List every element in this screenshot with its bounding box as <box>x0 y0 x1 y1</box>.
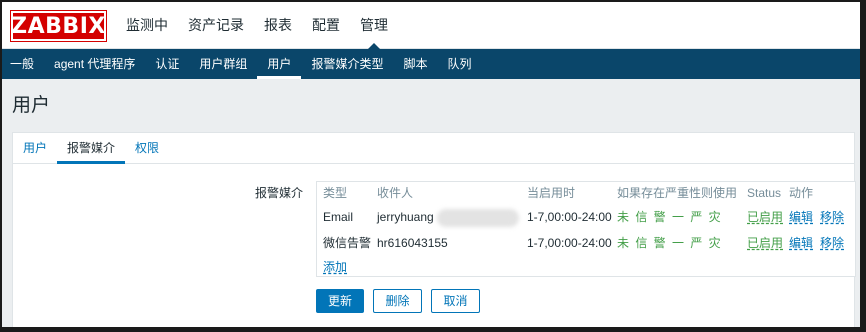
media-table-header: 类型 收件人 当启用时 如果存在严重性则使用 Status 动作 <box>317 182 855 204</box>
add-media-link[interactable]: 添加 <box>323 258 347 276</box>
subnav-queue[interactable]: 队列 <box>437 49 481 79</box>
sub-nav: 一般 agent 代理程序 认证 用户群组 用户 报警媒介类型 脚本 队列 <box>2 49 860 79</box>
when-active-cell: 1-7,00:00-24:00 <box>527 236 612 250</box>
main-nav-administration[interactable]: 管理 <box>350 2 398 50</box>
column-header-action: 动作 <box>789 186 814 200</box>
zabbix-logo[interactable]: ZABBIX <box>10 10 107 42</box>
main-nav-configuration[interactable]: 配置 <box>302 2 350 49</box>
update-button[interactable]: 更新 <box>316 289 364 313</box>
subnav-general[interactable]: 一般 <box>2 49 44 79</box>
main-nav-inventory[interactable]: 资产记录 <box>178 2 254 49</box>
user-form-panel: 用户 报警媒介 权限 报警媒介 类型 收件人 当启用时 如果存在严重性则使用 S… <box>12 132 856 327</box>
cancel-button[interactable]: 取消 <box>431 289 480 313</box>
edit-media-link[interactable]: 编辑 <box>789 206 813 228</box>
status-enabled-link[interactable]: 已启用 <box>747 206 783 228</box>
when-active-cell: 1-7,00:00-24:00 <box>527 210 612 224</box>
remove-media-link[interactable]: 移除 <box>820 206 844 228</box>
status-enabled-link[interactable]: 已启用 <box>747 232 783 254</box>
media-type-cell: 微信告警 <box>323 236 372 250</box>
media-table: 类型 收件人 当启用时 如果存在严重性则使用 Status 动作 Email j… <box>316 181 856 277</box>
tab-user[interactable]: 用户 <box>13 133 57 163</box>
form-tabs: 用户 报警媒介 权限 <box>13 133 854 164</box>
severity-cell: 未 信 警 一 严 灾 <box>617 210 723 224</box>
main-nav-monitoring[interactable]: 监测中 <box>116 2 178 49</box>
subnav-proxies[interactable]: agent 代理程序 <box>44 49 145 79</box>
send-to-cell: hr616043155 <box>377 236 448 250</box>
subnav-scripts[interactable]: 脚本 <box>393 49 437 79</box>
tab-media[interactable]: 报警媒介 <box>57 133 126 164</box>
top-header: ZABBIX 监测中 资产记录 报表 配置 管理 <box>2 2 860 50</box>
column-header-when-active: 当启用时 <box>527 186 576 200</box>
redacted-text-blur <box>437 209 519 227</box>
subnav-media-types[interactable]: 报警媒介类型 <box>301 49 393 79</box>
table-row: 微信告警 hr616043155 1-7,00:00-24:00 未 信 警 一… <box>317 232 855 254</box>
page-title: 用户 <box>12 95 51 116</box>
form-buttons: 更新 删除 取消 <box>316 289 489 313</box>
column-header-status: Status <box>747 186 782 200</box>
media-type-cell: Email <box>323 210 354 224</box>
column-header-send-to: 收件人 <box>377 186 414 200</box>
edit-media-link[interactable]: 编辑 <box>789 232 813 254</box>
subnav-users[interactable]: 用户 <box>257 49 302 79</box>
severity-cell: 未 信 警 一 严 灾 <box>617 236 723 250</box>
media-field-label: 报警媒介 <box>255 186 304 200</box>
main-nav: 监测中 资产记录 报表 配置 管理 <box>116 2 398 50</box>
table-row: Email jerryhuang 1-7,00:00-24:00 未 信 警 一… <box>317 206 855 228</box>
subnav-user-groups[interactable]: 用户群组 <box>189 49 257 79</box>
send-to-cell: jerryhuang <box>377 210 434 224</box>
main-nav-reports[interactable]: 报表 <box>254 2 302 49</box>
tab-permissions[interactable]: 权限 <box>125 133 169 163</box>
logo-text: ZABBIX <box>11 13 106 39</box>
subnav-authentication[interactable]: 认证 <box>145 49 189 79</box>
remove-media-link[interactable]: 移除 <box>820 232 844 254</box>
column-header-type: 类型 <box>323 186 348 200</box>
app-frame: ZABBIX 监测中 资产记录 报表 配置 管理 一般 agent 代理程序 认… <box>0 0 866 332</box>
column-header-severity: 如果存在严重性则使用 <box>617 186 738 200</box>
delete-button[interactable]: 删除 <box>373 289 422 313</box>
